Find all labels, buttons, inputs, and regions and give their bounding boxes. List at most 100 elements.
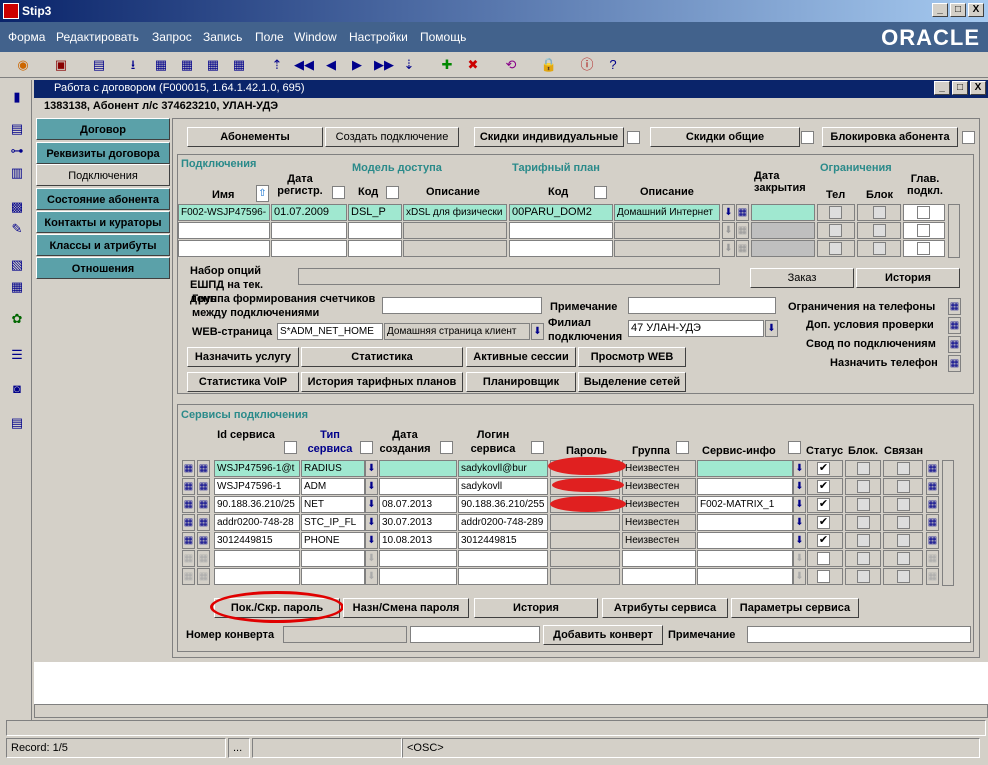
service-params-button[interactable]: Параметры сервиса — [731, 598, 859, 618]
menu-window[interactable]: Window — [294, 30, 337, 44]
menu-record[interactable]: Запись — [203, 30, 242, 44]
printer-icon[interactable]: ▥ — [8, 164, 26, 182]
conn-main-checkbox-2[interactable] — [917, 224, 930, 237]
book-icon[interactable]: ▦ — [736, 240, 749, 257]
conn-block-checkbox-2[interactable] — [873, 224, 886, 237]
web-page-code[interactable]: S*ADM_NET_HOME — [277, 323, 383, 340]
reg-date-filter[interactable] — [332, 186, 345, 199]
service-id[interactable]: 3012449815 — [214, 532, 300, 549]
service-login[interactable]: sadykovll — [458, 478, 548, 495]
conn-main-checkbox[interactable] — [917, 206, 930, 219]
branch-field[interactable]: 47 УЛАН-УДЭ — [628, 320, 764, 337]
conn-block-checkbox-3[interactable] — [873, 242, 886, 255]
info-lov-arrow-icon[interactable]: ⬇ — [793, 550, 806, 567]
service-id[interactable] — [214, 550, 300, 567]
conn-code[interactable]: DSL_P — [348, 204, 402, 221]
lov-arrow-icon[interactable]: ⬇ — [722, 240, 735, 257]
book-icon[interactable]: ▦ — [736, 222, 749, 239]
lov-arrow-icon[interactable]: ⬇ — [722, 222, 735, 239]
conn-main-checkbox-3[interactable] — [917, 242, 930, 255]
leaf-icon[interactable]: ✿ — [8, 310, 26, 328]
menu-query[interactable]: Запрос — [152, 30, 192, 44]
info-lov-arrow-icon[interactable]: ⬇ — [793, 478, 806, 495]
conn-tariff-desc[interactable]: Домашний Интернет — [614, 204, 720, 221]
assign-phone-book-icon[interactable]: ▦ — [948, 355, 961, 372]
minimize-button[interactable]: _ — [932, 3, 948, 17]
history-button[interactable]: История — [856, 268, 960, 288]
tab-connections[interactable]: Подключения — [36, 164, 170, 186]
block-checkbox[interactable] — [857, 570, 870, 583]
branch-lov-arrow-icon[interactable]: ⬇ — [765, 320, 778, 337]
block-checkbox[interactable] — [857, 462, 870, 475]
set-password-button[interactable]: Назн/Смена пароля — [343, 598, 469, 618]
row-book-icon[interactable]: ▦ — [197, 550, 210, 567]
row-lov-arrow-icon[interactable]: ⬇ — [365, 568, 378, 585]
delete-record-icon[interactable]: ✖ — [464, 56, 482, 74]
conn-block-checkbox[interactable] — [873, 206, 886, 219]
conn-name[interactable]: F002-WSJP47596- — [178, 204, 270, 221]
service-attributes-button[interactable]: Атрибуты сервиса — [602, 598, 728, 618]
info-lov-arrow-icon[interactable]: ⬇ — [793, 496, 806, 513]
connections-scrollbar[interactable] — [948, 204, 960, 258]
voip-statistics-button[interactable]: Статистика VoIP — [187, 372, 299, 392]
info-lov-arrow-icon[interactable]: ⬇ — [793, 460, 806, 477]
row-book-icon[interactable]: ▦ — [197, 496, 210, 513]
service-history-button[interactable]: История — [474, 598, 598, 618]
service-login[interactable]: 3012449815 — [458, 532, 548, 549]
document-icon[interactable]: ▤ — [8, 120, 26, 138]
execute-query-icon[interactable]: ▦ — [178, 56, 196, 74]
close-button[interactable]: X — [968, 3, 984, 17]
block-checkbox[interactable] — [857, 516, 870, 529]
block-checkbox[interactable] — [857, 498, 870, 511]
service-date[interactable]: 30.07.2013 — [379, 514, 457, 531]
row-book-icon[interactable]: ▦ — [926, 568, 939, 585]
tab-contacts[interactable]: Контакты и кураторы — [36, 211, 170, 233]
block-subscriber-button[interactable]: Блокировка абонента — [822, 127, 958, 147]
linked-checkbox[interactable] — [897, 462, 910, 475]
web-lov-arrow-icon[interactable]: ⬇ — [531, 323, 544, 340]
service-type[interactable]: ADM — [301, 478, 365, 495]
status-checkbox[interactable] — [817, 570, 830, 583]
services-scrollbar[interactable] — [942, 460, 954, 586]
subscriptions-button[interactable]: Абонементы — [187, 127, 323, 147]
service-date[interactable] — [379, 478, 457, 495]
linked-checkbox[interactable] — [897, 516, 910, 529]
service-id[interactable] — [214, 568, 300, 585]
row-book-icon[interactable]: ▦ — [197, 514, 210, 531]
conn-tel-checkbox-3[interactable] — [829, 242, 842, 255]
sub-minimize-button[interactable]: _ — [934, 81, 950, 95]
service-login[interactable] — [458, 550, 548, 567]
group-filter[interactable] — [676, 441, 689, 454]
info-lov-arrow-icon[interactable]: ⬇ — [793, 514, 806, 531]
service-info[interactable]: F002-MATRIX_1 — [697, 496, 793, 513]
row-lov-arrow-icon[interactable]: ⬇ — [365, 478, 378, 495]
menu-settings[interactable]: Настройки — [349, 30, 408, 44]
conn-tariff-code[interactable]: 00PARU_DOM2 — [509, 204, 613, 221]
service-note-field[interactable] — [747, 626, 971, 643]
block-checkbox[interactable] — [857, 552, 870, 565]
code-filter[interactable] — [386, 186, 399, 199]
service-type[interactable]: STC_IP_FL — [301, 514, 365, 531]
add-envelope-button[interactable]: Добавить конверт — [543, 625, 663, 645]
last-record-icon[interactable]: ⇣ — [400, 56, 418, 74]
menu-help[interactable]: Помощь — [420, 30, 466, 44]
sort-arrow-icon[interactable]: ⇧ — [256, 185, 269, 202]
created-filter[interactable] — [440, 441, 453, 454]
grid-icon[interactable]: ▤ — [8, 414, 26, 432]
login-filter[interactable] — [531, 441, 544, 454]
cancel-query-icon[interactable]: ▦ — [204, 56, 222, 74]
conn-close-3[interactable] — [751, 240, 815, 257]
list-icon[interactable]: ☰ — [8, 346, 26, 364]
wrench-icon[interactable]: ✎ — [8, 220, 26, 238]
summary-book-icon[interactable]: ▦ — [948, 336, 961, 353]
row-book-icon[interactable]: ▦ — [182, 460, 195, 477]
info-lov-arrow-icon[interactable]: ⬇ — [793, 532, 806, 549]
individual-discounts-button[interactable]: Скидки индивидуальные — [474, 127, 624, 147]
service-type-filter[interactable] — [360, 441, 373, 454]
note-field[interactable] — [628, 297, 776, 314]
info-lov-arrow-icon[interactable]: ⬇ — [793, 568, 806, 585]
sub-maximize-button[interactable]: □ — [952, 81, 968, 95]
lov-arrow-icon[interactable]: ⬇ — [722, 204, 735, 221]
conn-close-date[interactable] — [751, 204, 815, 221]
service-date[interactable] — [379, 550, 457, 567]
